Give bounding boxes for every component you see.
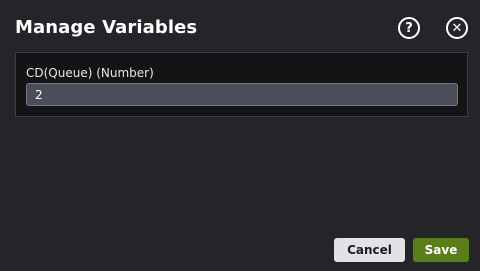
dialog-title: Manage Variables xyxy=(15,17,198,38)
manage-variables-dialog: Manage Variables ? ✕ CD(Queue) (Number) … xyxy=(0,0,480,271)
variable-value-input[interactable] xyxy=(26,83,458,106)
cancel-button[interactable]: Cancel xyxy=(334,238,405,262)
close-icon: ✕ xyxy=(451,20,463,36)
help-button[interactable]: ? xyxy=(398,17,420,39)
variable-label: CD(Queue) (Number) xyxy=(26,66,154,80)
close-button[interactable]: ✕ xyxy=(446,17,468,39)
save-button[interactable]: Save xyxy=(413,238,469,262)
help-icon: ? xyxy=(405,20,413,36)
variables-panel: CD(Queue) (Number) xyxy=(15,52,468,117)
